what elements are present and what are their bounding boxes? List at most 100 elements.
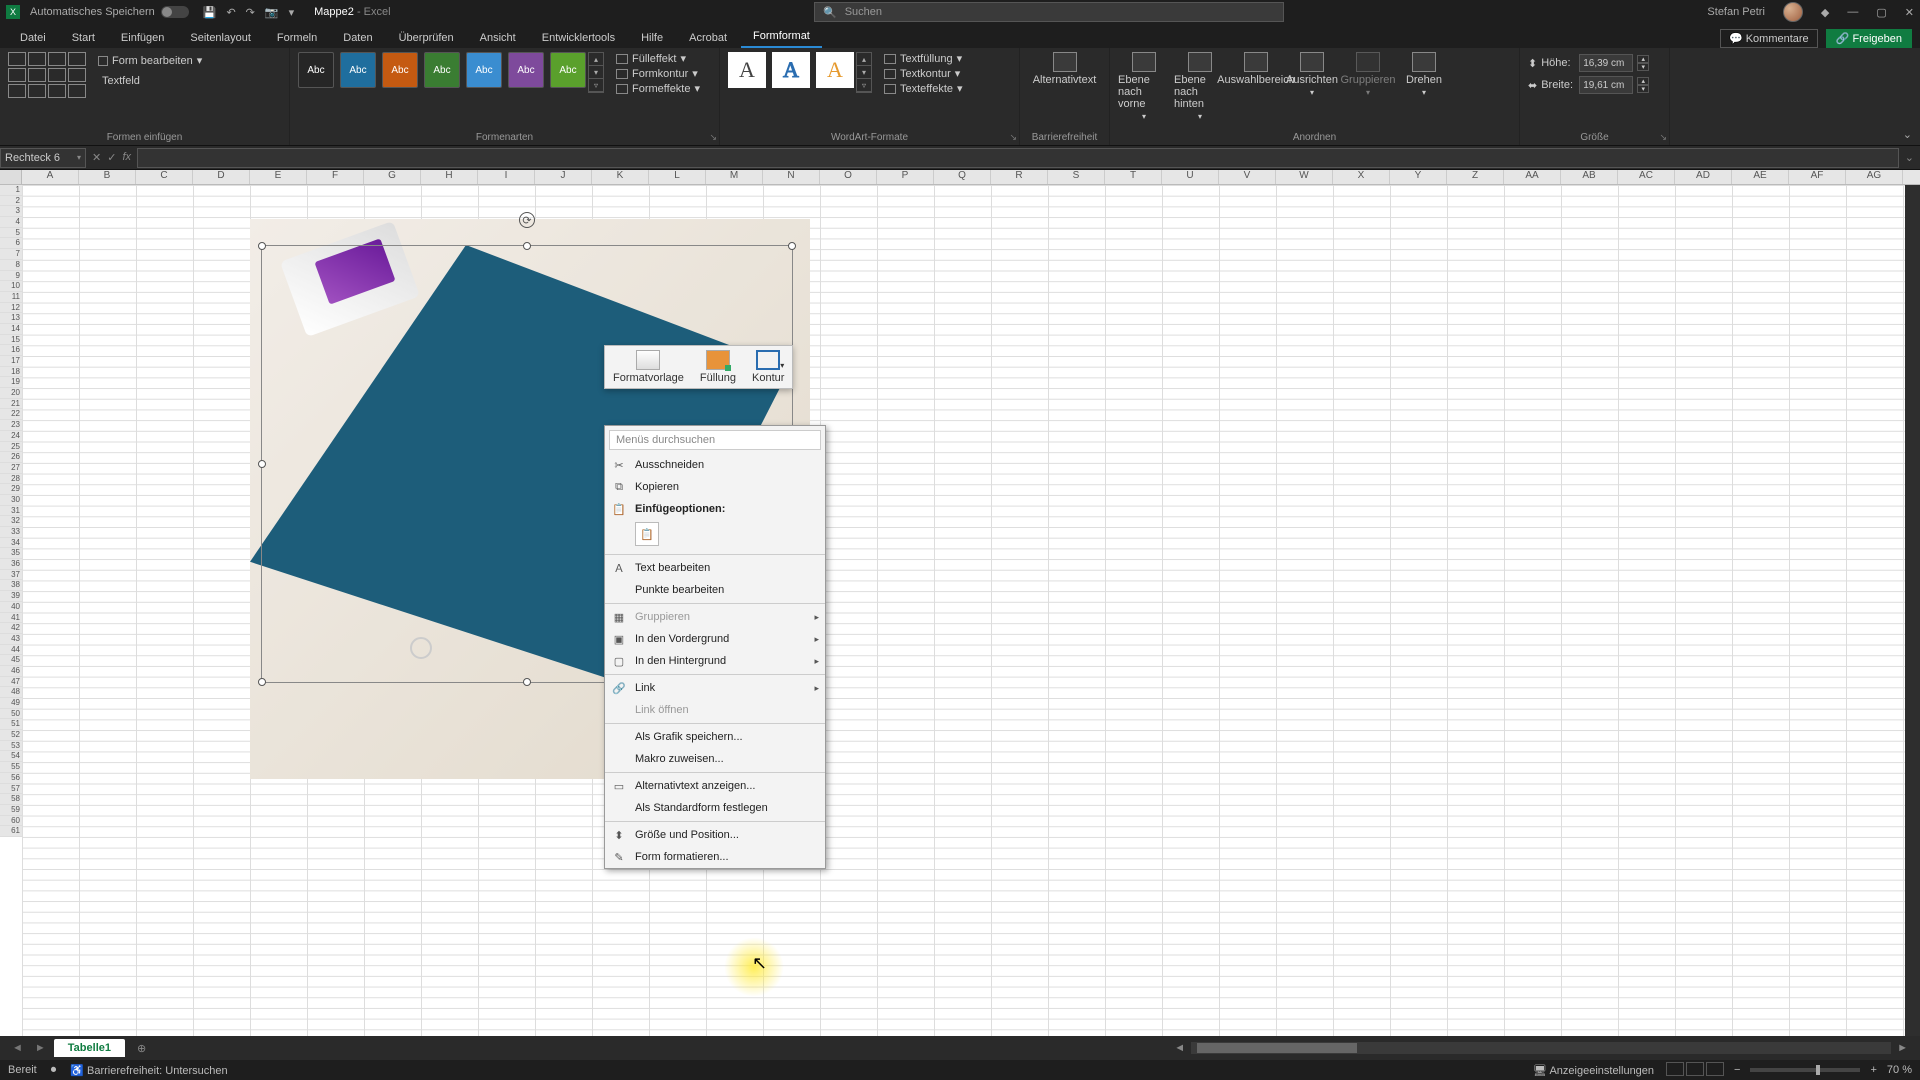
zoom-out-icon[interactable]: − — [1734, 1064, 1740, 1076]
tab-seitenlayout[interactable]: Seitenlayout — [178, 28, 263, 48]
row-header[interactable]: 57 — [0, 784, 22, 795]
display-settings-button[interactable]: 🖥 Anzeigeeinstellungen — [1533, 1064, 1654, 1077]
dialog-launcher-icon[interactable]: ↘ — [1659, 132, 1667, 143]
column-header[interactable]: AA — [1504, 170, 1561, 184]
column-header[interactable]: G — [364, 170, 421, 184]
row-header[interactable]: 9 — [0, 271, 22, 282]
hscroll-right[interactable]: ► — [1893, 1042, 1912, 1054]
undo-icon[interactable]: ↶ — [226, 6, 235, 19]
column-header[interactable]: AC — [1618, 170, 1675, 184]
row-header[interactable]: 5 — [0, 228, 22, 239]
search-input[interactable]: 🔍 Suchen — [814, 2, 1284, 22]
enter-formula-icon[interactable]: ✓ — [107, 151, 116, 164]
tab-daten[interactable]: Daten — [331, 28, 384, 48]
column-header[interactable]: W — [1276, 170, 1333, 184]
row-header[interactable]: 45 — [0, 655, 22, 666]
row-headers[interactable]: 1234567891011121314151617181920212223242… — [0, 185, 22, 837]
wordart-style[interactable]: A — [728, 52, 766, 88]
tab-ueberpruefen[interactable]: Überprüfen — [387, 28, 466, 48]
row-header[interactable]: 16 — [0, 345, 22, 356]
row-header[interactable]: 22 — [0, 409, 22, 420]
row-header[interactable]: 55 — [0, 762, 22, 773]
style-gallery-spinner[interactable]: ▴▾▿ — [588, 52, 604, 93]
row-header[interactable]: 31 — [0, 506, 22, 517]
row-header[interactable]: 29 — [0, 484, 22, 495]
row-header[interactable]: 32 — [0, 516, 22, 527]
column-header[interactable]: K — [592, 170, 649, 184]
view-buttons[interactable] — [1664, 1062, 1724, 1079]
ctx-format-shape[interactable]: ✎Form formatieren... — [605, 846, 825, 868]
tab-formformat[interactable]: Formformat — [741, 26, 822, 48]
zoom-level[interactable]: 70 % — [1887, 1064, 1912, 1076]
style-swatch[interactable]: Abc — [466, 52, 502, 88]
accessibility-status[interactable]: ♿ Barrierefreiheit: Untersuchen — [70, 1064, 227, 1077]
ctx-assign-macro[interactable]: Makro zuweisen... — [605, 748, 825, 770]
ctx-alt-text[interactable]: ▭Alternativtext anzeigen... — [605, 775, 825, 797]
tab-entwicklertools[interactable]: Entwicklertools — [530, 28, 627, 48]
ctx-edit-points[interactable]: Punkte bearbeiten — [605, 579, 825, 601]
row-header[interactable]: 33 — [0, 527, 22, 538]
text-fill-button[interactable]: Textfüllung ▾ — [884, 52, 963, 65]
row-header[interactable]: 49 — [0, 698, 22, 709]
column-header[interactable]: O — [820, 170, 877, 184]
resize-handle-nw[interactable] — [258, 242, 266, 250]
row-header[interactable]: 18 — [0, 367, 22, 378]
column-header[interactable]: AF — [1789, 170, 1846, 184]
row-header[interactable]: 51 — [0, 719, 22, 730]
column-header[interactable]: X — [1333, 170, 1390, 184]
ctx-size-position[interactable]: ⬍Größe und Position... — [605, 824, 825, 846]
dialog-launcher-icon[interactable]: ↘ — [709, 132, 717, 143]
shape-effects-button[interactable]: Formeffekte ▾ — [616, 82, 700, 95]
row-header[interactable]: 26 — [0, 452, 22, 463]
column-header[interactable]: N — [763, 170, 820, 184]
style-swatch[interactable]: Abc — [298, 52, 334, 88]
width-input[interactable] — [1579, 76, 1633, 94]
ctx-copy[interactable]: ⧉Kopieren — [605, 476, 825, 498]
cancel-formula-icon[interactable]: ✕ — [92, 151, 101, 164]
column-header[interactable]: AG — [1846, 170, 1903, 184]
row-header[interactable]: 3 — [0, 206, 22, 217]
rotate-handle[interactable] — [519, 212, 535, 228]
row-header[interactable]: 35 — [0, 548, 22, 559]
paste-option-button[interactable]: 📋 — [635, 522, 659, 546]
row-header[interactable]: 23 — [0, 420, 22, 431]
resize-handle-w[interactable] — [258, 460, 266, 468]
ctx-edit-text[interactable]: ＡText bearbeiten — [605, 557, 825, 579]
row-header[interactable]: 14 — [0, 324, 22, 335]
style-swatch[interactable]: Abc — [382, 52, 418, 88]
column-header[interactable]: U — [1162, 170, 1219, 184]
row-header[interactable]: 46 — [0, 666, 22, 677]
row-header[interactable]: 37 — [0, 570, 22, 581]
row-header[interactable]: 17 — [0, 356, 22, 367]
row-header[interactable]: 28 — [0, 474, 22, 485]
tab-acrobat[interactable]: Acrobat — [677, 28, 739, 48]
ctx-cut[interactable]: ✂Ausschneiden — [605, 454, 825, 476]
dialog-launcher-icon[interactable]: ↘ — [1009, 132, 1017, 143]
ctx-send-back[interactable]: ▢In den Hintergrund▸ — [605, 650, 825, 672]
row-header[interactable]: 25 — [0, 442, 22, 453]
autosave-toggle[interactable] — [161, 6, 189, 18]
vertical-scrollbar[interactable] — [1905, 185, 1920, 1036]
select-all-cell[interactable] — [0, 170, 22, 184]
column-header[interactable]: C — [136, 170, 193, 184]
macro-record-icon[interactable]: ⏺ — [51, 1064, 57, 1077]
column-header[interactable]: V — [1219, 170, 1276, 184]
redo-icon[interactable]: ↷ — [246, 6, 255, 19]
row-header[interactable]: 44 — [0, 645, 22, 656]
collapse-ribbon-icon[interactable]: ⌄ — [1895, 124, 1920, 145]
style-swatch[interactable]: Abc — [508, 52, 544, 88]
tab-ansicht[interactable]: Ansicht — [468, 28, 528, 48]
context-search-input[interactable]: Menüs durchsuchen — [609, 430, 821, 450]
sheet-tab[interactable]: Tabelle1 — [54, 1039, 125, 1057]
resize-handle-n[interactable] — [523, 242, 531, 250]
column-header[interactable]: AD — [1675, 170, 1732, 184]
row-header[interactable]: 41 — [0, 613, 22, 624]
row-header[interactable]: 59 — [0, 805, 22, 816]
height-input[interactable] — [1579, 54, 1633, 72]
column-header[interactable]: A — [22, 170, 79, 184]
wordart-gallery[interactable]: A A A — [728, 52, 854, 88]
maximize-icon[interactable]: ▢ — [1876, 6, 1886, 19]
minimize-icon[interactable]: — — [1847, 6, 1858, 18]
row-header[interactable]: 60 — [0, 816, 22, 827]
column-header[interactable]: J — [535, 170, 592, 184]
